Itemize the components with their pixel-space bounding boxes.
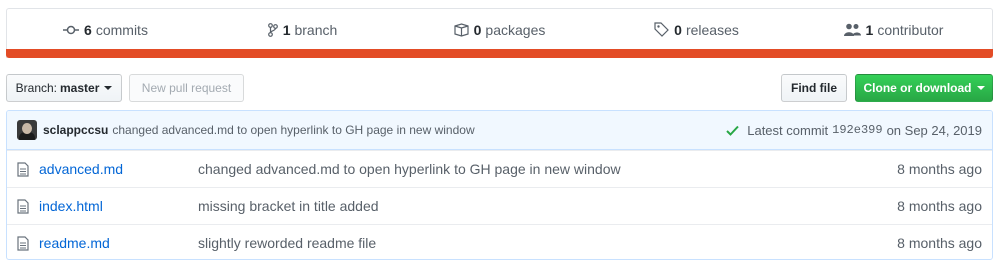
file-icon — [17, 235, 33, 251]
latest-commit-prefix: Latest commit — [747, 122, 829, 138]
file-name-link[interactable]: readme.md — [39, 235, 198, 251]
file-row: readme.md slightly reworded readme file … — [7, 224, 992, 259]
branch-select-button[interactable]: Branch: master — [6, 74, 122, 102]
branch-icon — [267, 22, 278, 37]
packages-count: 0 — [473, 21, 482, 38]
check-icon[interactable] — [726, 125, 739, 136]
commits-link[interactable]: 6 commits — [7, 9, 204, 50]
file-table: sclappccsu changed advanced.md to open h… — [6, 110, 993, 260]
latest-commit-bar: sclappccsu changed advanced.md to open h… — [7, 111, 992, 150]
contributors-link[interactable]: 1 contributor — [795, 9, 992, 50]
file-icon — [17, 161, 33, 177]
tag-icon — [654, 22, 669, 37]
package-icon — [454, 22, 469, 37]
find-file-button[interactable]: Find file — [781, 74, 847, 102]
releases-link[interactable]: 0 releases — [598, 9, 795, 50]
people-icon — [843, 23, 861, 36]
file-age: 8 months ago — [897, 161, 982, 177]
file-age: 8 months ago — [897, 198, 982, 214]
file-name-link[interactable]: index.html — [39, 198, 198, 214]
commits-count: 6 — [84, 21, 92, 38]
file-commit-message[interactable]: slightly reworded readme file — [198, 235, 897, 251]
commit-sha[interactable]: 192e399 — [832, 123, 882, 137]
file-name-link[interactable]: advanced.md — [39, 161, 198, 177]
file-commit-message[interactable]: changed advanced.md to open hyperlink to… — [198, 161, 897, 177]
packages-link[interactable]: 0 packages — [401, 9, 598, 50]
file-icon — [17, 198, 33, 214]
chevron-down-icon — [104, 86, 113, 90]
contributors-label: contributor — [877, 21, 944, 38]
commit-meta: Latest commit 192e399 on Sep 24, 2019 — [726, 123, 982, 138]
avatar[interactable] — [17, 120, 37, 140]
clone-or-download-button[interactable]: Clone or download — [855, 74, 993, 102]
contributors-count: 1 — [865, 21, 874, 38]
branches-label: branch — [294, 21, 338, 38]
file-row: advanced.md changed advanced.md to open … — [7, 150, 992, 187]
branch-prefix: Branch: — [15, 81, 57, 95]
commits-label: commits — [95, 21, 148, 38]
file-age: 8 months ago — [897, 235, 982, 251]
language-bar[interactable] — [6, 49, 993, 58]
branches-link[interactable]: 1 branch — [204, 9, 401, 50]
releases-count: 0 — [674, 21, 682, 38]
packages-label: packages — [485, 21, 546, 38]
commit-date: on Sep 24, 2019 — [886, 122, 982, 138]
new-pull-request-button[interactable]: New pull request — [129, 74, 244, 102]
branch-name: master — [60, 81, 100, 95]
releases-label: releases — [685, 21, 739, 38]
commit-icon — [63, 25, 80, 35]
file-commit-message[interactable]: missing bracket in title added — [198, 198, 897, 214]
commit-message[interactable]: changed advanced.md to open hyperlink to… — [112, 123, 474, 137]
chevron-down-icon — [976, 86, 985, 90]
clone-label: Clone or download — [863, 81, 972, 95]
file-row: index.html missing bracket in title adde… — [7, 187, 992, 224]
commit-author[interactable]: sclappccsu — [43, 123, 108, 137]
branches-count: 1 — [282, 21, 291, 38]
